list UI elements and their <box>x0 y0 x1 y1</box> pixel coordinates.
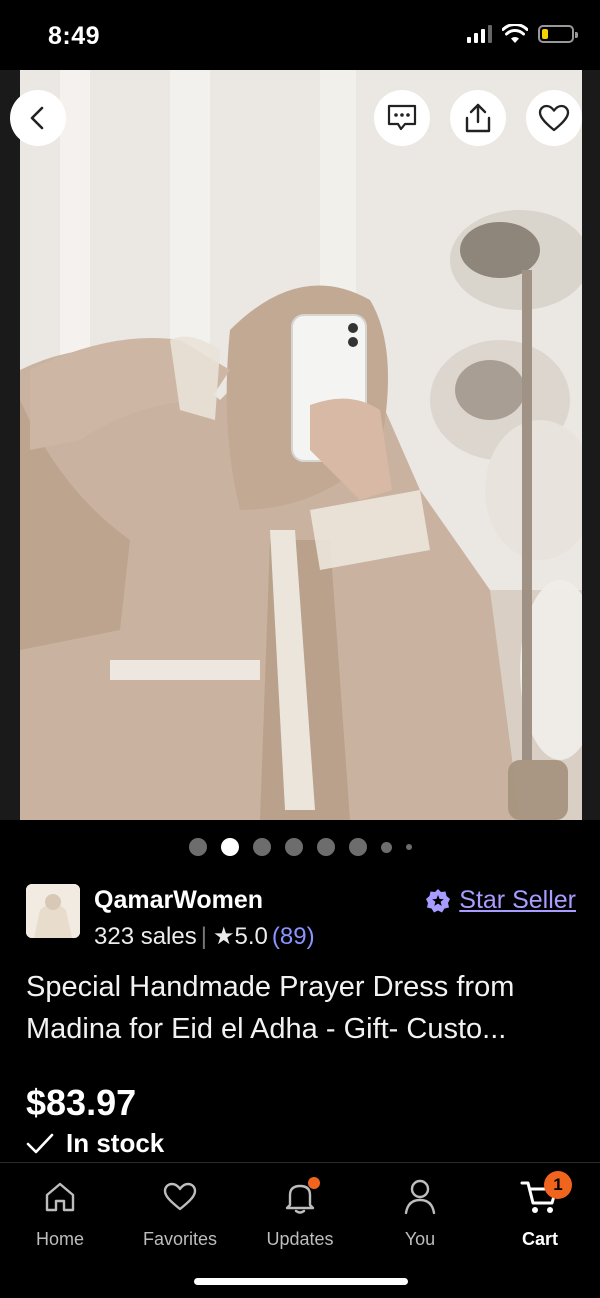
message-icon <box>387 104 417 131</box>
heart-icon <box>163 1182 197 1211</box>
star-seller-label[interactable]: Star Seller <box>459 886 576 915</box>
shop-info[interactable]: QamarWomen 323 sales | ★ 5.0 (89) Star S… <box>24 882 576 952</box>
back-icon <box>30 106 44 130</box>
product-photo-illustration <box>20 70 582 820</box>
tab-label: Updates <box>266 1229 334 1249</box>
share-icon <box>465 103 491 133</box>
shop-name[interactable]: QamarWomen <box>94 886 263 915</box>
review-count[interactable]: (89) <box>272 923 315 951</box>
battery-icon <box>538 25 578 43</box>
notification-dot <box>308 1177 320 1189</box>
product-image-carousel[interactable] <box>0 70 600 820</box>
tab-label: Cart <box>521 1229 558 1249</box>
tab-you[interactable]: You <box>360 1177 480 1250</box>
carousel-dot[interactable] <box>188 838 207 856</box>
share-button[interactable] <box>450 90 506 146</box>
carousel-dot[interactable] <box>380 841 392 853</box>
tab-label: You <box>404 1229 436 1249</box>
tab-favorites[interactable]: Favorites <box>120 1177 240 1250</box>
home-indicator[interactable] <box>194 1278 408 1285</box>
tab-updates[interactable]: Updates <box>240 1177 360 1250</box>
heart-icon <box>538 104 570 132</box>
shop-avatar[interactable] <box>26 884 80 938</box>
tab-cart[interactable]: 1 Cart <box>480 1171 600 1250</box>
star-seller-badge[interactable]: Star Seller <box>425 886 576 915</box>
carousel-dot[interactable] <box>348 838 367 856</box>
carousel-dot[interactable] <box>405 844 412 850</box>
stock-status: In stock <box>26 1128 164 1159</box>
listing-price: $83.97 <box>26 1082 137 1123</box>
carousel-dot[interactable] <box>284 838 303 856</box>
shop-stats: 323 sales | ★ 5.0 (89) <box>94 922 315 951</box>
status-icons <box>467 24 578 44</box>
status-time: 8:49 <box>48 22 101 50</box>
shop-avatar-image <box>26 884 80 938</box>
checkmark-icon <box>26 1133 54 1153</box>
cart-count-badge: 1 <box>544 1171 572 1199</box>
signal-icon <box>467 25 492 43</box>
back-button[interactable] <box>10 90 66 146</box>
shop-rating: 5.0 <box>234 922 268 950</box>
shop-sales: 323 sales <box>94 922 197 950</box>
favorite-button[interactable] <box>526 90 582 146</box>
carousel-dot[interactable] <box>252 838 271 856</box>
tab-bar: Home Favorites Updates You 1 Cart <box>0 1162 600 1298</box>
person-icon <box>404 1179 436 1215</box>
divider: | <box>200 922 207 950</box>
stock-label: In stock <box>66 1128 165 1158</box>
carousel-dot[interactable] <box>316 838 335 856</box>
listing-title[interactable]: Special Handmade Prayer Dress from Madin… <box>26 966 581 1050</box>
status-bar: 8:49 <box>0 0 600 70</box>
tab-home[interactable]: Home <box>0 1177 120 1250</box>
tab-label: Favorites <box>142 1229 218 1249</box>
carousel-dot-active[interactable] <box>220 838 239 856</box>
message-seller-button[interactable] <box>374 90 430 146</box>
product-photo <box>20 70 582 820</box>
star-seller-icon <box>426 888 451 912</box>
home-icon <box>45 1182 75 1212</box>
wifi-icon <box>502 24 528 43</box>
star-icon: ★ <box>212 923 235 950</box>
tab-label: Home <box>35 1229 84 1249</box>
carousel-indicator[interactable] <box>0 838 600 856</box>
battery-fill <box>542 29 548 39</box>
